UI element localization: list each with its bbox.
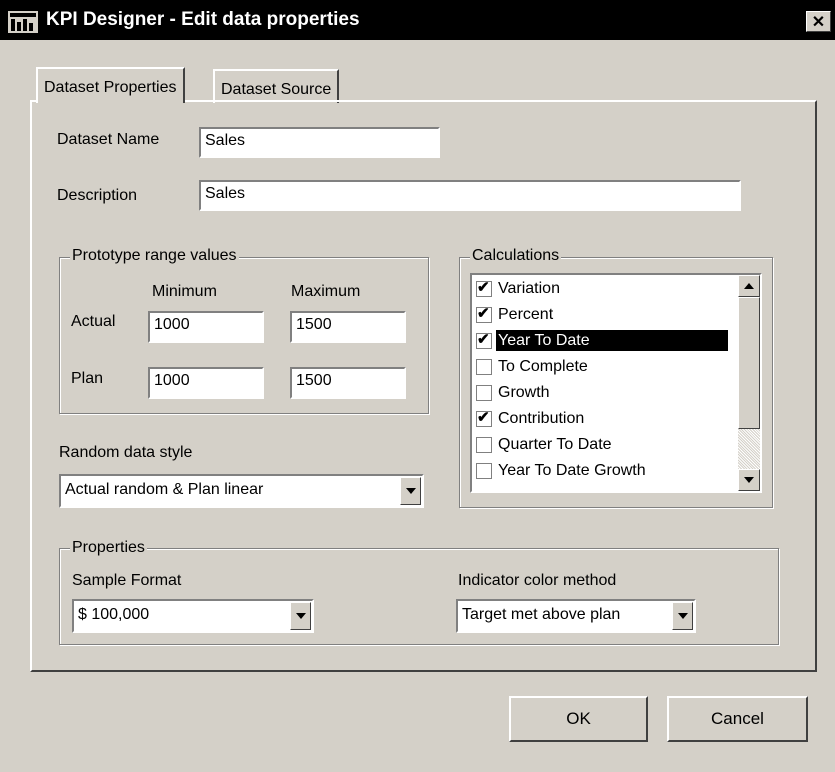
calc-item-label: Year To Date — [496, 330, 728, 351]
calc-item-label: Growth — [498, 384, 550, 401]
title-bar: KPI Designer - Edit data properties ✕ — [0, 0, 835, 40]
calc-item-label: Year To Date Growth — [498, 462, 646, 479]
plan-label: Plan — [71, 370, 104, 387]
ok-button[interactable]: OK — [509, 696, 648, 742]
chevron-down-icon — [405, 488, 416, 494]
calculations-scrollbar[interactable] — [738, 275, 760, 491]
calc-item-year-to-date-growth[interactable]: Year To Date Growth — [474, 458, 728, 484]
calc-item-year-to-date[interactable]: ✔ Year To Date — [474, 328, 728, 354]
tab-label: Dataset Properties — [44, 79, 177, 96]
calc-item-contribution[interactable]: ✔ Contribution — [474, 406, 728, 432]
indicator-color-method-label: Indicator color method — [458, 572, 617, 589]
random-data-style-dropdown-button[interactable] — [400, 477, 421, 505]
tab-dataset-properties[interactable]: Dataset Properties — [36, 67, 185, 103]
indicator-color-method-dropdown-button[interactable] — [672, 602, 693, 630]
calc-item-label: Contribution — [498, 410, 585, 427]
dataset-name-label: Dataset Name — [57, 131, 160, 148]
close-button[interactable]: ✕ — [806, 11, 831, 32]
chevron-down-icon — [677, 613, 688, 619]
description-label: Description — [57, 187, 138, 204]
calc-item-quarter-to-date[interactable]: Quarter To Date — [474, 432, 728, 458]
plan-maximum-input[interactable]: 1500 — [290, 367, 406, 399]
calc-checkbox[interactable] — [476, 463, 492, 479]
scroll-thumb[interactable] — [738, 297, 760, 429]
sample-format-label: Sample Format — [72, 572, 182, 589]
calc-item-to-complete[interactable]: To Complete — [474, 354, 728, 380]
sample-format-dropdown-button[interactable] — [290, 602, 311, 630]
actual-minimum-input[interactable]: 1000 — [148, 311, 264, 343]
calc-item-variation[interactable]: ✔ Variation — [474, 276, 728, 302]
check-icon: ✔ — [477, 305, 490, 322]
calc-checkbox[interactable]: ✔ — [476, 305, 492, 323]
check-icon: ✔ — [477, 279, 490, 296]
dataset-name-input[interactable]: Sales — [199, 127, 440, 158]
calc-item-growth[interactable]: Growth — [474, 380, 728, 406]
close-icon: ✕ — [811, 13, 826, 31]
random-data-style-label: Random data style — [59, 444, 193, 461]
calc-checkbox[interactable] — [476, 437, 492, 453]
calc-item-label: Quarter To Date — [498, 436, 612, 453]
scroll-track[interactable] — [738, 429, 760, 469]
indicator-color-method-value: Target met above plan — [462, 606, 621, 623]
calc-checkbox[interactable]: ✔ — [476, 409, 492, 427]
random-data-style-value: Actual random & Plan linear — [65, 481, 264, 498]
sample-format-value: $ 100,000 — [78, 606, 150, 623]
sample-format-select[interactable]: $ 100,000 — [72, 599, 314, 633]
calculations-list[interactable]: ✔ Variation ✔ Percent ✔ Year To Date To … — [470, 273, 762, 493]
indicator-color-method-select[interactable]: Target met above plan — [456, 599, 696, 633]
actual-maximum-input[interactable]: 1500 — [290, 311, 406, 343]
arrow-up-icon — [744, 283, 754, 289]
maximum-header: Maximum — [291, 283, 361, 300]
calc-checkbox[interactable] — [476, 359, 492, 375]
actual-label: Actual — [71, 313, 116, 330]
prototype-range-title: Prototype range values — [70, 247, 239, 265]
minimum-header: Minimum — [152, 283, 217, 300]
calc-checkbox[interactable]: ✔ — [476, 331, 492, 349]
cancel-button-label: Cancel — [711, 709, 764, 728]
chevron-down-icon — [295, 613, 306, 619]
calc-item-label: Percent — [498, 306, 554, 323]
tab-dataset-source[interactable]: Dataset Source — [213, 69, 340, 103]
cancel-button[interactable]: Cancel — [667, 696, 808, 742]
calc-item-percent[interactable]: ✔ Percent — [474, 302, 728, 328]
calculations-title: Calculations — [470, 247, 562, 265]
description-input[interactable]: Sales — [199, 180, 741, 211]
scroll-up-button[interactable] — [738, 275, 760, 297]
check-icon: ✔ — [477, 409, 490, 426]
tab-label: Dataset Source — [221, 81, 332, 98]
window-title: KPI Designer - Edit data properties — [46, 9, 360, 30]
plan-minimum-input[interactable]: 1000 — [148, 367, 264, 399]
calc-checkbox[interactable] — [476, 385, 492, 401]
calc-item-label: Variation — [498, 280, 560, 297]
calc-item-label: To Complete — [498, 358, 588, 375]
scroll-down-button[interactable] — [738, 469, 760, 491]
check-icon: ✔ — [477, 331, 490, 348]
calc-checkbox[interactable]: ✔ — [476, 279, 492, 297]
kpi-app-icon — [8, 11, 38, 33]
properties-title: Properties — [70, 539, 147, 557]
random-data-style-select[interactable]: Actual random & Plan linear — [59, 474, 424, 508]
ok-button-label: OK — [566, 709, 591, 728]
arrow-down-icon — [744, 477, 754, 483]
